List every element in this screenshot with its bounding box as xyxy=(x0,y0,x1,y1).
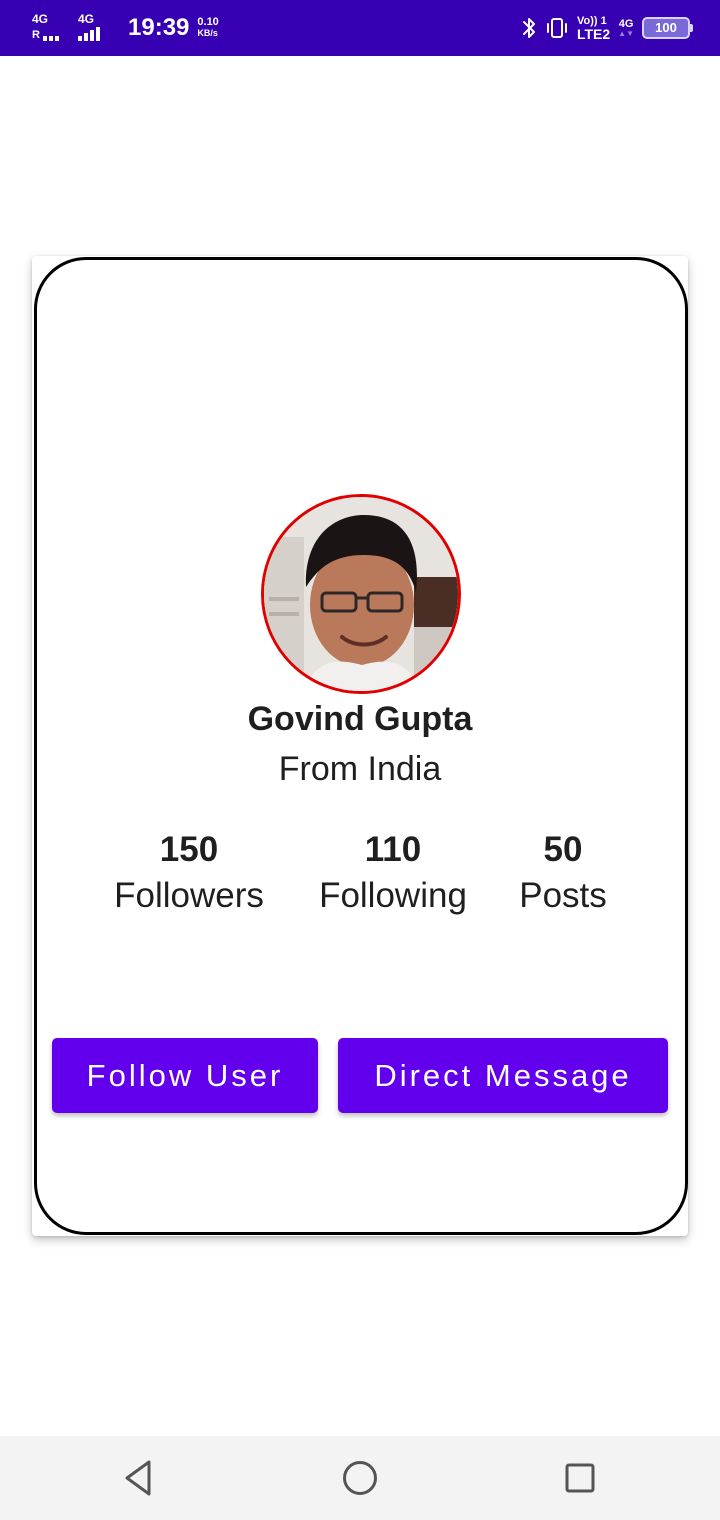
profile-location: From India xyxy=(278,750,442,788)
direct-message-button[interactable]: Direct Message xyxy=(338,1038,668,1113)
posts-label: Posts xyxy=(519,876,607,915)
sim2-signal-icon: 4G xyxy=(76,13,114,43)
following-count: 110 xyxy=(364,830,422,869)
status-bar-right: Vo)) 1 LTE2 4G ▲▼ 100 xyxy=(521,0,693,56)
avatar xyxy=(261,494,461,694)
posts-count: 50 xyxy=(543,830,583,869)
profile-screen: 4G R 4G 19:39 0.10 KB/s Vo)) 1 LTE2 4G ▲… xyxy=(0,0,720,1520)
battery-level: 100 xyxy=(655,20,677,35)
battery-icon: 100 xyxy=(642,17,693,39)
followers-count: 150 xyxy=(159,830,219,869)
back-icon[interactable] xyxy=(114,1454,162,1502)
recents-icon[interactable] xyxy=(556,1454,604,1502)
sim1-type: 4G xyxy=(32,12,49,26)
stat-posts: 50 Posts xyxy=(498,828,628,920)
speed-value: 0.10 xyxy=(197,16,219,28)
home-icon[interactable] xyxy=(336,1454,384,1502)
volte-indicator: Vo)) 1 LTE2 xyxy=(577,15,610,41)
network-speed: 0.10 KB/s xyxy=(197,17,218,39)
stat-followers: 150 Followers xyxy=(98,828,280,920)
follow-user-button[interactable]: Follow User xyxy=(52,1038,318,1113)
status-bar: 4G R 4G 19:39 0.10 KB/s Vo)) 1 LTE2 4G ▲… xyxy=(0,0,720,56)
navigation-bar xyxy=(0,1436,720,1520)
avatar-photo xyxy=(264,497,458,691)
profile-name: Govind Gupta xyxy=(247,700,473,738)
lte-label: LTE2 xyxy=(576,26,611,42)
clock: 19:39 xyxy=(128,14,190,41)
sim2-type: 4G xyxy=(78,12,95,26)
bluetooth-icon xyxy=(521,16,537,40)
data-type-icon: 4G ▲▼ xyxy=(618,17,634,38)
following-label: Following xyxy=(319,876,467,915)
status-bar-left: 4G R 4G 19:39 0.10 KB/s xyxy=(30,0,219,56)
vibrate-icon xyxy=(545,16,569,40)
sim1-signal-icon: 4G R xyxy=(30,13,68,43)
speed-unit: KB/s xyxy=(197,28,218,38)
roaming-label: R xyxy=(32,29,40,41)
followers-label: Followers xyxy=(114,876,264,915)
stat-following: 110 Following xyxy=(304,828,482,920)
data-type: 4G xyxy=(618,17,634,30)
